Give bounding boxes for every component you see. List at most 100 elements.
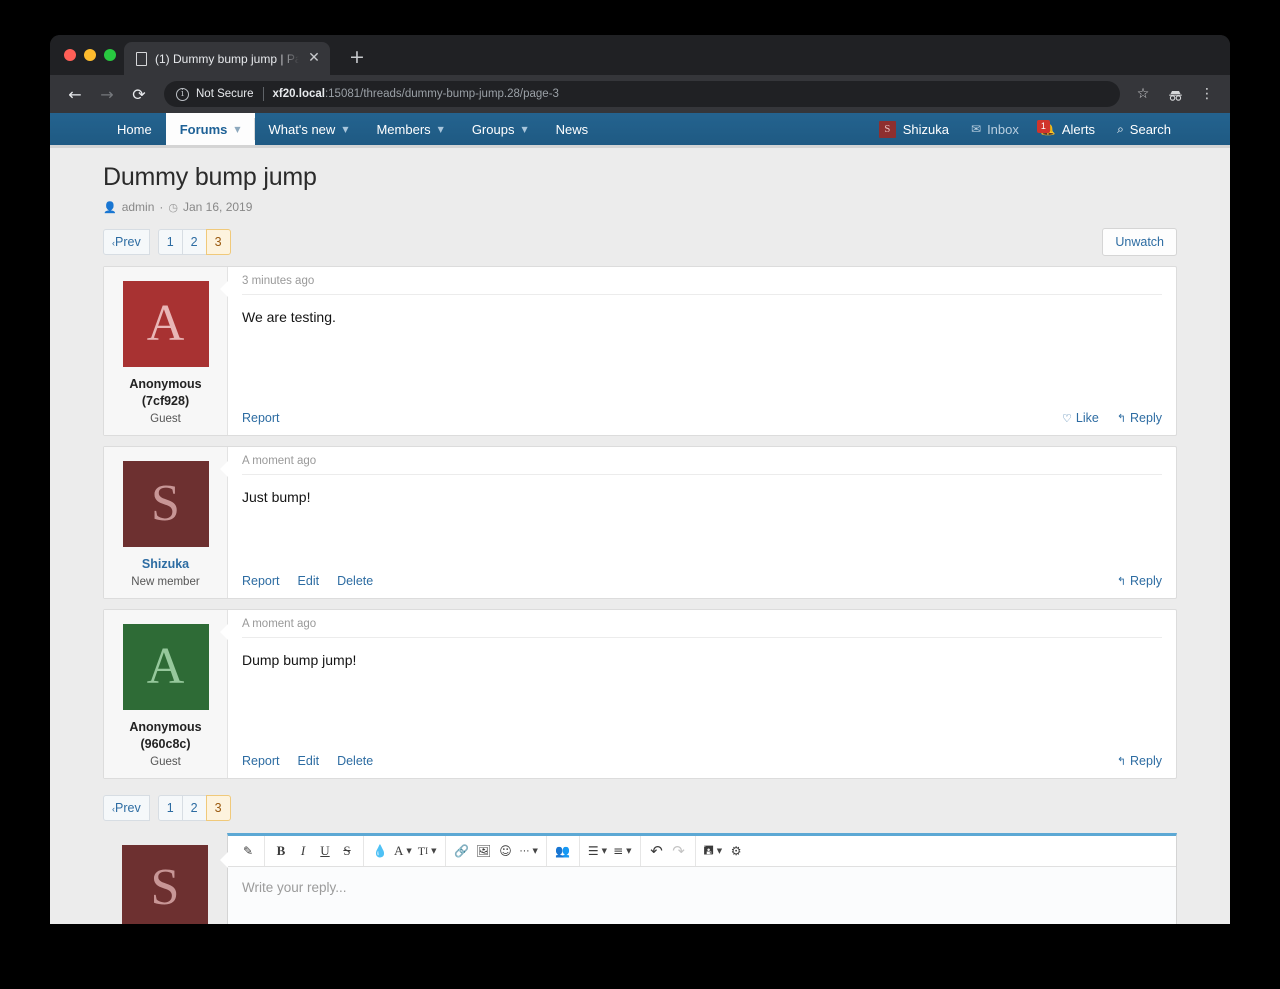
chevron-down-icon[interactable]: ▼ <box>438 125 444 134</box>
delete-link[interactable]: Delete <box>337 754 373 768</box>
avatar[interactable]: S <box>123 461 209 547</box>
chevron-down-icon[interactable]: ▼ <box>342 125 348 134</box>
post-actions: ↰Reply <box>1117 574 1162 588</box>
post-timestamp[interactable]: A moment ago <box>242 618 1162 638</box>
site-info-icon[interactable]: i <box>176 88 189 101</box>
page-title: Dummy bump jump <box>103 163 1177 192</box>
address-bar[interactable]: i Not Secure xf20.local:15081/threads/du… <box>164 81 1120 107</box>
like-button[interactable]: ♡Like <box>1062 411 1099 425</box>
nav-item-home[interactable]: Home <box>103 113 166 145</box>
underline-icon[interactable]: U <box>314 840 336 862</box>
reload-icon[interactable]: ⟳ <box>124 80 154 108</box>
page-link-1[interactable]: 1 <box>158 795 183 821</box>
status-badge: 1 <box>1037 120 1050 133</box>
close-tab-icon[interactable]: ✕ <box>306 51 322 67</box>
alerts-link[interactable]: 1 🔔 Alerts <box>1030 113 1106 145</box>
nav-item-groups[interactable]: Groups ▼ <box>458 113 542 145</box>
page-prev-button[interactable]: ‹Prev <box>103 229 150 255</box>
inbox-link[interactable]: ✉ Inbox <box>960 113 1030 145</box>
undo-icon[interactable]: ↶ <box>646 840 668 862</box>
post-links: Report <box>242 411 280 425</box>
chevron-down-icon[interactable]: ▼ <box>521 125 527 134</box>
avatar[interactable]: A <box>123 281 209 367</box>
post-links: Report Edit Delete <box>242 574 373 588</box>
back-icon[interactable]: ← <box>60 80 90 108</box>
toolbar-group: ☰▼ ≡▼ <box>580 836 641 866</box>
more-options-icon[interactable]: ⋯▼ <box>517 840 541 862</box>
italic-icon[interactable]: I <box>292 840 314 862</box>
page-link-1[interactable]: 1 <box>158 229 183 255</box>
redo-icon: ↷ <box>668 840 690 862</box>
search-link[interactable]: ⌕ Search <box>1106 113 1182 145</box>
remove-formatting-icon[interactable]: ✎ <box>237 840 259 862</box>
strikethrough-icon[interactable]: S <box>336 840 358 862</box>
page-link-3[interactable]: 3 <box>206 795 231 821</box>
avatar[interactable]: A <box>123 624 209 710</box>
edit-link[interactable]: Edit <box>298 754 320 768</box>
report-link[interactable]: Report <box>242 411 280 425</box>
nav-item-label: Groups <box>472 122 515 137</box>
report-link[interactable]: Report <box>242 754 280 768</box>
reply-button[interactable]: ↰Reply <box>1117 754 1162 768</box>
post-author-name[interactable]: Shizuka <box>110 556 221 573</box>
close-window-button[interactable] <box>64 49 76 61</box>
page-prev-button[interactable]: ‹Prev <box>103 795 150 821</box>
reply-arrow-icon: ↰ <box>1117 755 1126 768</box>
report-link[interactable]: Report <box>242 574 280 588</box>
nav-item-members[interactable]: Members ▼ <box>362 113 457 145</box>
browser-tab[interactable]: (1) Dummy bump jump | Page 3 ✕ <box>124 42 330 75</box>
nav-item-label: News <box>556 122 589 137</box>
unwatch-button[interactable]: Unwatch <box>1102 228 1177 256</box>
bold-icon[interactable]: B <box>270 840 292 862</box>
post-author-name[interactable]: Anonymous (960c8c) <box>110 719 221 753</box>
reply-arrow-icon: ↰ <box>1117 575 1126 588</box>
thread-author[interactable]: admin <box>122 200 155 214</box>
draft-icon[interactable]: 🖪▼ <box>701 840 726 862</box>
chevron-down-icon[interactable]: ▼ <box>234 125 240 134</box>
user-icon: 👤 <box>103 201 117 214</box>
account-menu[interactable]: S Shizuka <box>868 113 960 145</box>
browser-menu-icon[interactable]: ⋮ <box>1194 81 1220 107</box>
browser-tab-title: (1) Dummy bump jump | Page 3 <box>155 52 299 66</box>
page-link-3[interactable]: 3 <box>206 229 231 255</box>
new-tab-icon[interactable]: + <box>346 47 368 69</box>
page-link-2[interactable]: 2 <box>182 795 207 821</box>
text-align-icon[interactable]: ☰▼ <box>585 840 610 862</box>
search-label: Search <box>1130 122 1171 137</box>
reply-input[interactable]: Write your reply... <box>228 867 1176 924</box>
insert-emoji-icon[interactable]: ☺ <box>495 840 517 862</box>
delete-link[interactable]: Delete <box>337 574 373 588</box>
bookmark-star-icon[interactable]: ☆ <box>1130 81 1156 107</box>
font-family-icon[interactable]: A▼ <box>391 840 415 862</box>
reply-button[interactable]: ↰Reply <box>1117 574 1162 588</box>
post-author-panel: A Anonymous (7cf928) Guest <box>104 267 228 435</box>
font-size-icon[interactable]: TI▼ <box>415 840 440 862</box>
edit-link[interactable]: Edit <box>298 574 320 588</box>
minimize-window-button[interactable] <box>84 49 96 61</box>
page-content: Dummy bump jump 👤 admin · ◷ Jan 16, 2019… <box>50 145 1230 924</box>
post-timestamp[interactable]: 3 minutes ago <box>242 275 1162 295</box>
editor-settings-icon[interactable]: ⚙ <box>725 840 747 862</box>
page-prev-label: Prev <box>115 235 141 249</box>
text-color-icon[interactable]: 💧 <box>369 840 391 862</box>
maximize-window-button[interactable] <box>104 49 116 61</box>
post-author-name[interactable]: Anonymous (7cf928) <box>110 376 221 410</box>
page-link-2[interactable]: 2 <box>182 229 207 255</box>
post-content-panel: A moment ago Dump bump jump! Report Edit… <box>228 610 1176 778</box>
post-timestamp[interactable]: A moment ago <box>242 455 1162 475</box>
reply-button[interactable]: ↰Reply <box>1117 411 1162 425</box>
post-links: Report Edit Delete <box>242 754 373 768</box>
nav-item-whats-new[interactable]: What's new ▼ <box>255 113 363 145</box>
window-traffic-lights <box>64 49 116 61</box>
nav-item-forums[interactable]: Forums ▼ <box>166 113 255 145</box>
avatar: S <box>879 121 896 138</box>
insert-link-icon[interactable]: 🔗 <box>451 840 473 862</box>
insert-members-icon[interactable]: 👥 <box>552 840 574 862</box>
forward-icon[interactable]: → <box>92 80 122 108</box>
post-body: We are testing. <box>242 295 1162 325</box>
browser-tool-icons: ☆ ⋮ <box>1130 81 1220 107</box>
alerts-icon-wrap: 1 🔔 <box>1041 122 1062 136</box>
nav-item-news[interactable]: News <box>542 113 603 145</box>
list-icon[interactable]: ≡▼ <box>610 840 634 862</box>
insert-image-icon[interactable]: 🖼 <box>473 840 495 862</box>
